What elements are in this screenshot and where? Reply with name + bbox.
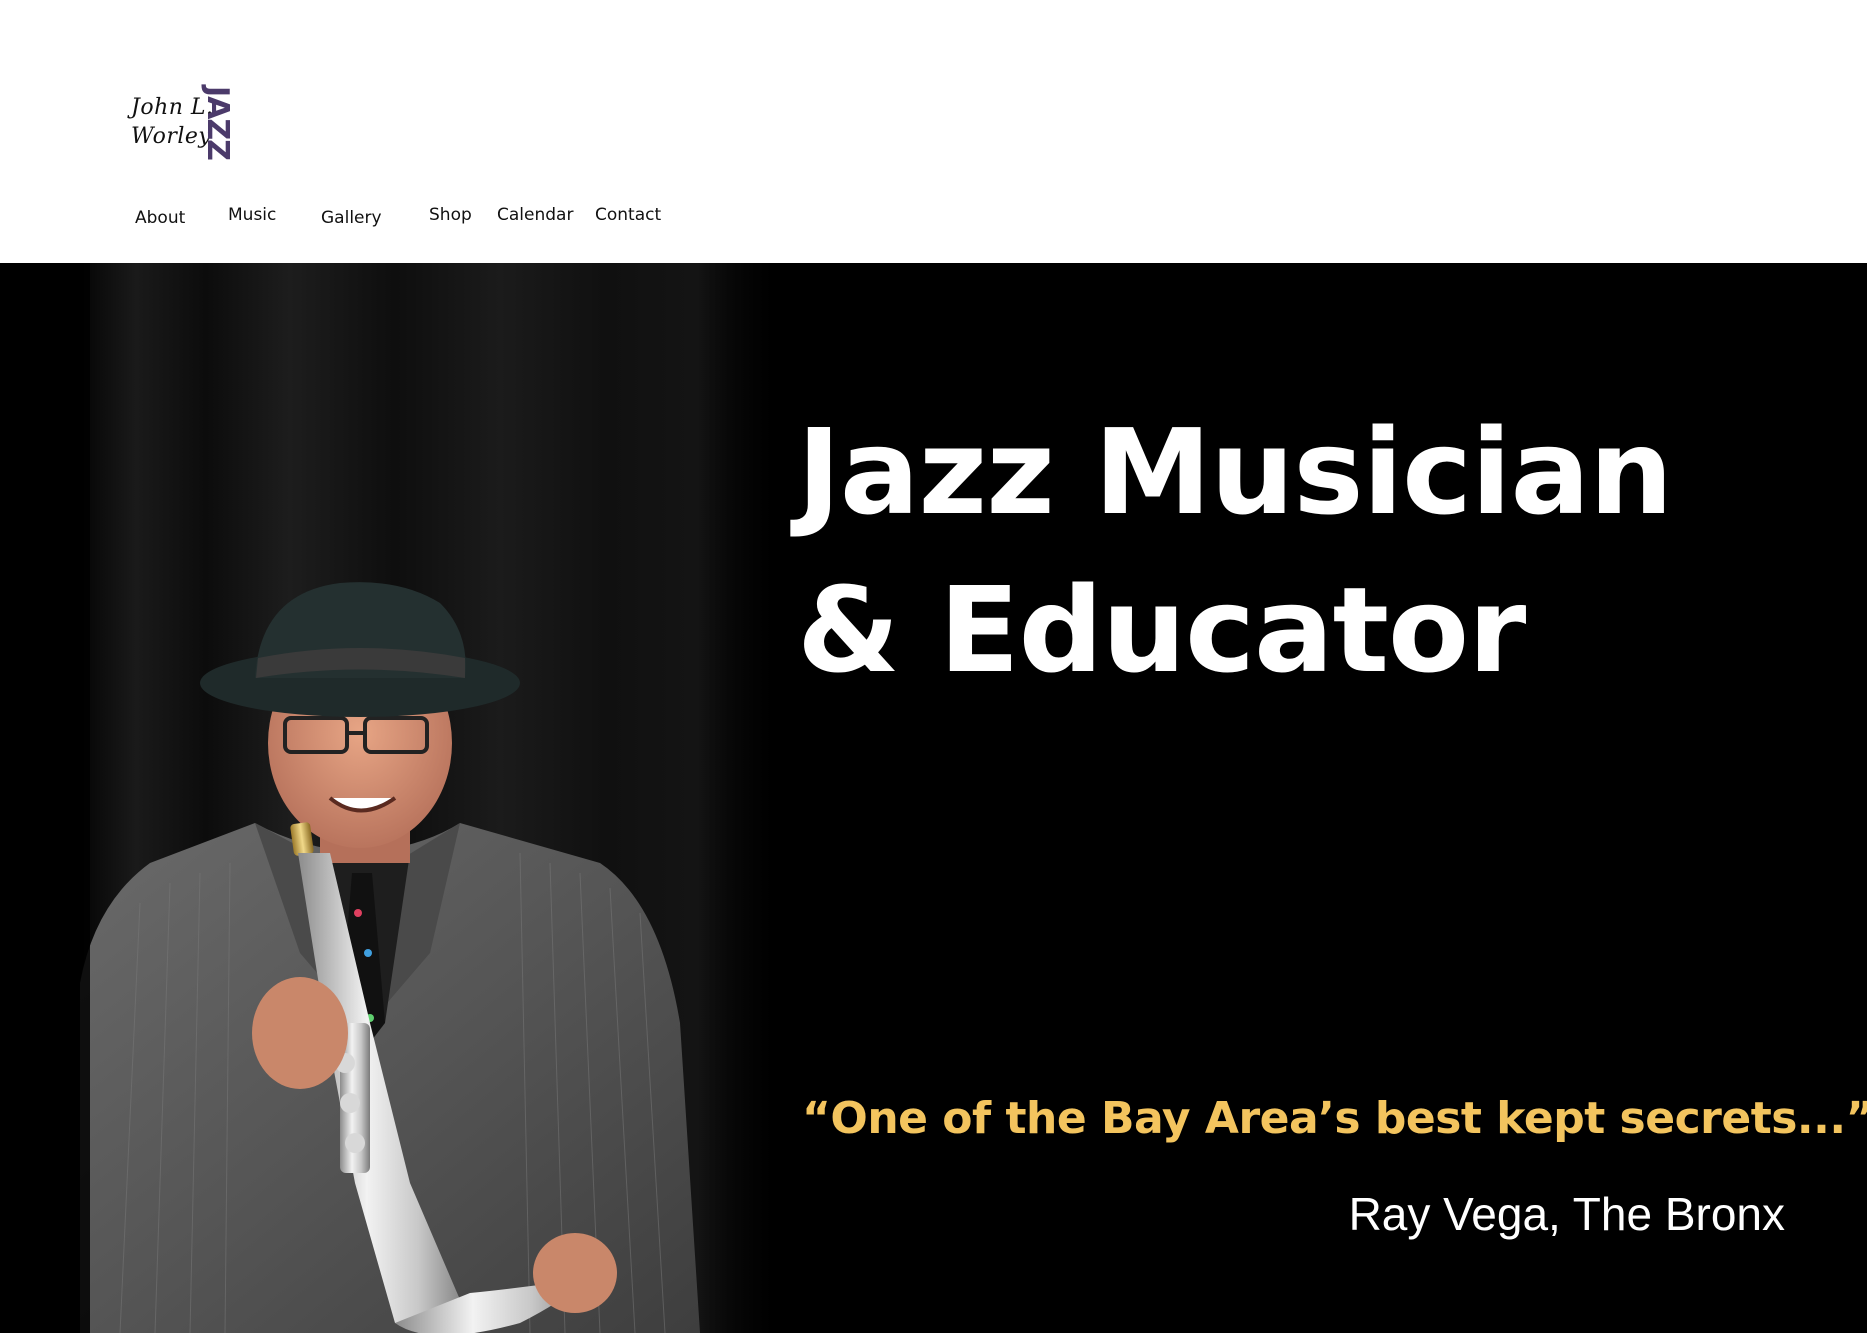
logo-jazz-mark: JAZZ <box>200 86 235 160</box>
nav-gallery[interactable]: Gallery <box>321 208 382 228</box>
nav-shop[interactable]: Shop <box>429 205 472 225</box>
testimonial-attribution: Ray Vega, The Bronx <box>1348 1188 1785 1240</box>
nav-contact[interactable]: Contact <box>595 205 661 225</box>
nav-music[interactable]: Music <box>228 205 276 225</box>
musician-photo <box>0 263 790 1333</box>
hero-headline: Jazz Musician & Educator <box>797 393 1673 709</box>
testimonial-quote: “One of the Bay Area’s best kept secrets… <box>802 1093 1867 1144</box>
nav-calendar[interactable]: Calendar <box>497 205 573 225</box>
nav-about[interactable]: About <box>135 208 185 228</box>
logo-jazz-text: JAZZ <box>200 86 235 160</box>
page: John L. Worley JAZZ About Music Gallery … <box>0 0 1867 1333</box>
headline-line2: & Educator <box>797 561 1526 699</box>
headline-line1: Jazz Musician <box>797 403 1673 541</box>
hero-section: Jazz Musician & Educator “One of the Bay… <box>0 263 1867 1333</box>
site-header: John L. Worley JAZZ About Music Gallery … <box>0 0 1867 263</box>
site-logo[interactable]: John L. Worley JAZZ <box>131 86 241 160</box>
